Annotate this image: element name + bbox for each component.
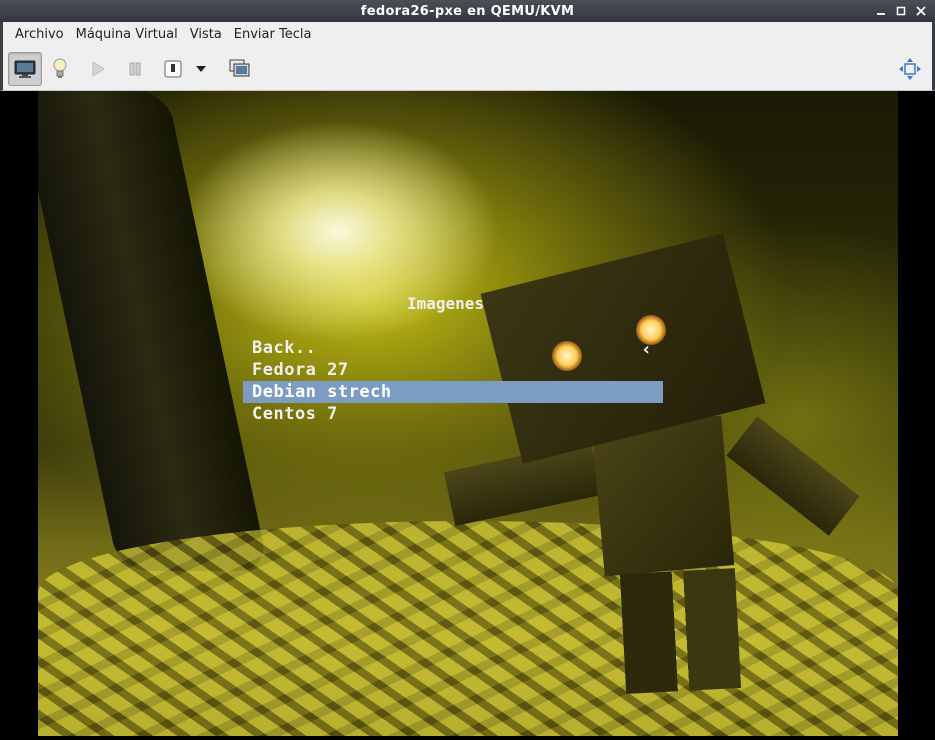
window-title: fedora26-pxe en QEMU/KVM bbox=[360, 3, 575, 19]
lightbulb-icon bbox=[53, 58, 67, 78]
tree-trunk-image bbox=[38, 91, 270, 571]
shutdown-button[interactable] bbox=[156, 52, 190, 86]
minimize-icon[interactable] bbox=[873, 3, 889, 19]
snapshot-icon bbox=[229, 59, 250, 77]
shutdown-menu-button[interactable] bbox=[191, 52, 211, 86]
leaves-ground-image bbox=[38, 521, 898, 736]
boot-item-back[interactable]: Back.. bbox=[243, 337, 663, 359]
menu-archivo[interactable]: Archivo bbox=[9, 27, 70, 42]
play-icon bbox=[92, 61, 105, 77]
robot-legs-image bbox=[619, 568, 742, 694]
boot-item-centos[interactable]: Centos 7 bbox=[243, 403, 663, 425]
window-titlebar[interactable]: fedora26-pxe en QEMU/KVM bbox=[0, 0, 935, 22]
window-controls bbox=[873, 3, 929, 19]
maximize-icon[interactable] bbox=[893, 3, 909, 19]
monitor-icon bbox=[14, 60, 36, 78]
boot-item-fedora[interactable]: Fedora 27 bbox=[243, 359, 663, 381]
run-button[interactable] bbox=[81, 52, 115, 86]
boot-menu-list: Back.. Fedora 27 Debian strech Centos 7 bbox=[243, 337, 663, 425]
mouse-cursor-icon: ‹ bbox=[641, 339, 652, 360]
power-icon bbox=[164, 60, 182, 78]
robot-arm-image bbox=[726, 416, 860, 536]
console-view-button[interactable] bbox=[8, 52, 42, 86]
snapshots-button[interactable] bbox=[223, 52, 257, 86]
menu-vista[interactable]: Vista bbox=[184, 27, 228, 42]
fullscreen-arrows-icon bbox=[899, 58, 921, 80]
toolbar bbox=[0, 46, 935, 91]
menu-enviar-tecla[interactable]: Enviar Tecla bbox=[228, 27, 318, 42]
boot-screen-background: Imagenes Back.. Fedora 27 Debian strech … bbox=[38, 91, 898, 736]
close-icon[interactable] bbox=[913, 3, 929, 19]
fullscreen-button[interactable] bbox=[893, 52, 927, 86]
boot-item-debian[interactable]: Debian strech bbox=[243, 381, 663, 403]
pause-button[interactable] bbox=[118, 52, 152, 86]
menubar: Archivo Máquina Virtual Vista Enviar Tec… bbox=[0, 22, 935, 46]
menu-maquina-virtual[interactable]: Máquina Virtual bbox=[70, 27, 184, 42]
vm-console[interactable]: Imagenes Back.. Fedora 27 Debian strech … bbox=[3, 91, 932, 737]
chevron-down-icon bbox=[196, 66, 206, 72]
boot-menu-title: Imagenes bbox=[406, 294, 485, 313]
pause-icon bbox=[129, 62, 141, 76]
details-view-button[interactable] bbox=[43, 52, 77, 86]
